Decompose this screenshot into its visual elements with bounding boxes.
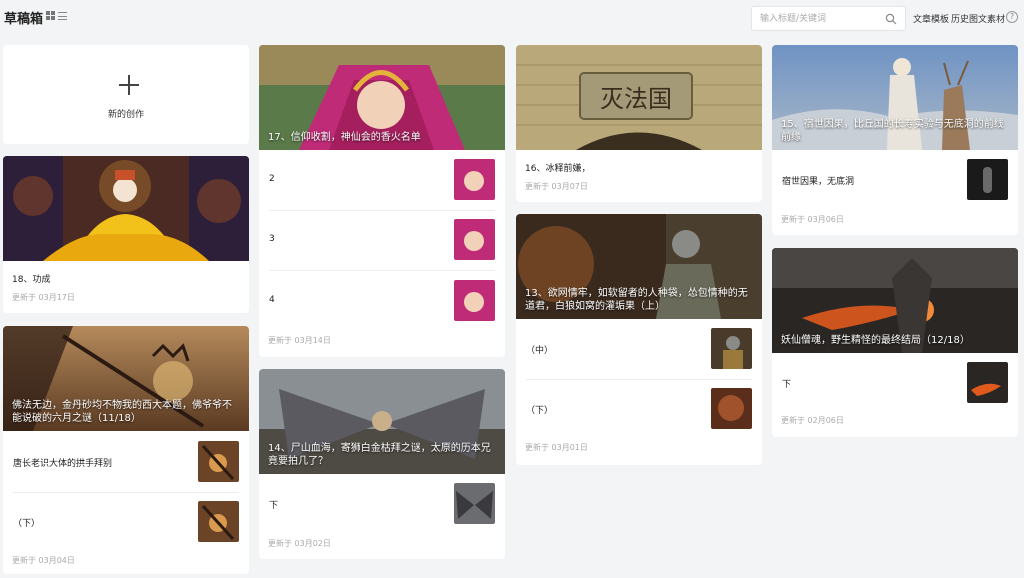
sub-article-title: 下 [782, 380, 792, 390]
card-title: 18、功成 [12, 275, 51, 285]
draft-card-16[interactable]: 灭法国 16、冰释前嫌， 更新于 03月07日 [516, 45, 762, 202]
gate-plaque-text: 灭法国 [600, 85, 672, 113]
card-title: 16、冰释前嫌， [525, 164, 591, 174]
sub-article-row[interactable]: （中） [516, 320, 762, 380]
updated-time: 更新于 02月06日 [781, 416, 844, 425]
sub-article-row[interactable]: 3 [259, 211, 505, 271]
sub-article-row[interactable]: 下 [772, 354, 1018, 414]
sub-article-row[interactable]: 下 [259, 475, 505, 535]
cover-image: 妖仙僧魂，野生精怪的最终结局（12/18） [772, 248, 1018, 353]
sub-article-row[interactable]: 宿世因果，无底洞 [772, 151, 1018, 211]
draft-card-13[interactable]: 13、欲网情牢，如软留者的人种袋，怂包情种的无道君，白狼如窝的灌垢果（上） （中… [516, 214, 762, 465]
updated-time: 更新于 03月04日 [12, 556, 75, 565]
sub-article-title: 唐长老识大体的拱手拜别 [13, 459, 113, 469]
sub-article-row[interactable]: （下） [3, 493, 249, 553]
sub-article-row[interactable]: 4 [259, 272, 505, 332]
search-box[interactable] [751, 6, 906, 31]
sub-article-title: 宿世因果，无底洞 [782, 177, 855, 187]
updated-time: 更新于 03月01日 [525, 443, 588, 452]
list-view-icon[interactable] [58, 12, 67, 20]
sub-article-thumbnail [198, 501, 239, 542]
draft-card-12[interactable]: 妖仙僧魂，野生精怪的最终结局（12/18） 下 更新于 02月06日 [772, 248, 1018, 437]
cover-image: 13、欲网情牢，如软留者的人种袋，怂包情种的无道君，白狼如窝的灌垢果（上） [516, 214, 762, 319]
sub-article-thumbnail [711, 388, 752, 429]
updated-time: 更新于 03月14日 [268, 336, 331, 345]
draft-card-15[interactable]: 15、宿世因果，比丘国的长寿实验与无底洞的前线前缘 宿世因果，无底洞 更新于 0… [772, 45, 1018, 235]
page-title: 草稿箱 [4, 12, 44, 27]
cover-image: 17、信仰收割，神仙会的香火名单 [259, 45, 505, 150]
new-creation-label: 新的创作 [107, 110, 144, 120]
sub-article-title: （下） [13, 519, 41, 529]
cover-image [3, 156, 249, 261]
sub-article-title: 3 [269, 234, 275, 244]
updated-time: 更新于 03月02日 [268, 539, 331, 548]
sub-article-thumbnail [454, 219, 495, 260]
cover-title: 14、尸山血海，寄狮白金枯拜之谜，太原的历本兄竟要拍几了？ [268, 443, 491, 467]
cover-title: 佛法无边，金丹砂均不物我的西大本题，佛爷爷不能说破的六月之谜（11/18） [12, 400, 232, 424]
cover-title: 13、欲网情牢，如软留者的人种袋，怂包情种的无道君，白狼如窝的灌垢果（上） [525, 288, 748, 312]
grid-view-icon[interactable] [46, 11, 55, 20]
cover-image: 14、尸山血海，寄狮白金枯拜之谜，太原的历本兄竟要拍几了？ [259, 369, 505, 474]
sub-article-thumbnail [967, 159, 1008, 200]
draft-card-18[interactable]: 18、功成 更新于 03月17日 [3, 156, 249, 313]
updated-time: 更新于 03月06日 [781, 215, 844, 224]
cover-title: 妖仙僧魂，野生精怪的最终结局（12/18） [781, 335, 970, 346]
updated-time: 更新于 03月07日 [525, 182, 588, 191]
sub-article-thumbnail [967, 362, 1008, 403]
cover-image: 灭法国 [516, 45, 762, 150]
plus-icon [119, 75, 139, 95]
sub-article-title: （中） [526, 346, 554, 356]
history-materials-link[interactable]: 历史图文素材 [951, 12, 1005, 25]
sub-article-title: （下） [526, 406, 554, 416]
sub-article-title: 2 [269, 174, 275, 184]
sub-article-title: 4 [269, 295, 275, 305]
search-input[interactable] [760, 11, 880, 27]
help-icon[interactable]: ? [1006, 11, 1018, 23]
sub-article-row[interactable]: （下） [516, 380, 762, 440]
sub-article-title: 下 [269, 501, 279, 511]
cover-image: 佛法无边，金丹砂均不物我的西大本题，佛爷爷不能说破的六月之谜（11/18） [3, 326, 249, 431]
draft-card-11[interactable]: 佛法无边，金丹砂均不物我的西大本题，佛爷爷不能说破的六月之谜（11/18） 唐长… [3, 326, 249, 574]
sub-article-row[interactable]: 唐长老识大体的拱手拜别 [3, 433, 249, 493]
templates-link[interactable]: 文章模板 [913, 12, 949, 25]
top-bar: 草稿箱 文章模板 历史图文素材 ? [0, 0, 1024, 38]
draft-card-14[interactable]: 14、尸山血海，寄狮白金枯拜之谜，太原的历本兄竟要拍几了？ 下 更新于 03月0… [259, 369, 505, 559]
draft-card-17[interactable]: 17、信仰收割，神仙会的香火名单 2 3 4 更新于 03月14日 [259, 45, 505, 357]
cover-title: 17、信仰收割，神仙会的香火名单 [268, 132, 421, 143]
sub-article-thumbnail [198, 441, 239, 482]
cover-title: 15、宿世因果，比丘国的长寿实验与无底洞的前线前缘 [781, 119, 1004, 143]
updated-time: 更新于 03月17日 [12, 293, 75, 302]
sub-article-thumbnail [454, 280, 495, 321]
sub-article-thumbnail [454, 483, 495, 524]
sub-article-thumbnail [711, 328, 752, 369]
cover-image: 15、宿世因果，比丘国的长寿实验与无底洞的前线前缘 [772, 45, 1018, 150]
new-creation-card[interactable]: 新的创作 [3, 45, 249, 144]
search-icon[interactable] [885, 13, 897, 25]
sub-article-row[interactable]: 2 [259, 151, 505, 211]
sub-article-thumbnail [454, 159, 495, 200]
